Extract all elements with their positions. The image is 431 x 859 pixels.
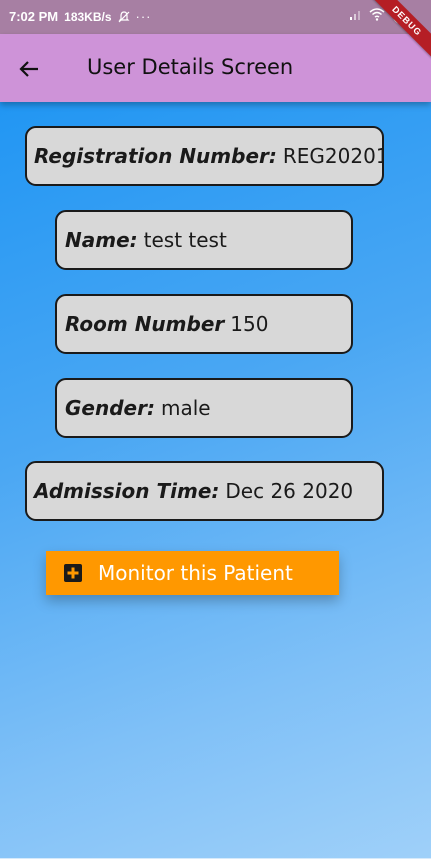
status-speed: 183KB/s: [64, 9, 112, 24]
arrow-left-icon: [19, 61, 38, 77]
name-value: test test: [143, 228, 227, 252]
mute-icon: [118, 10, 130, 23]
status-bar: 7:02 PM 183KB/s ···: [0, 0, 431, 34]
plus-box-icon: [64, 564, 82, 582]
wifi-icon: [369, 8, 385, 24]
gender-label: Gender:: [65, 396, 155, 420]
page-title: User Details Screen: [87, 55, 294, 79]
status-bar-left: 7:02 PM 183KB/s ···: [9, 9, 152, 24]
name-label: Name:: [65, 228, 138, 252]
registration-label: Registration Number:: [34, 144, 277, 168]
admission-card: Admission Time: Dec 26 2020: [25, 461, 384, 521]
status-time: 7:02 PM: [9, 9, 59, 24]
app-bar: User Details Screen: [0, 34, 431, 102]
screen: 7:02 PM 183KB/s ··· DEBUG User Details S…: [0, 0, 431, 859]
room-value: 150: [230, 312, 269, 336]
admission-value: Dec 26 2020: [225, 479, 354, 503]
gender-value: male: [160, 396, 211, 420]
name-card: Name: test test: [55, 210, 353, 270]
details-body: Registration Number: REG20201 Name: test…: [0, 102, 431, 859]
registration-value: REG20201: [282, 144, 384, 168]
gender-card: Gender: male: [55, 378, 353, 438]
room-card: Room Number 150: [55, 294, 353, 354]
back-button[interactable]: [16, 56, 42, 82]
admission-label: Admission Time:: [34, 479, 220, 503]
monitor-patient-label: Monitor this Patient: [98, 561, 293, 585]
signal-icon: [349, 9, 361, 24]
registration-card: Registration Number: REG20201: [25, 126, 384, 186]
room-label: Room Number: [65, 312, 225, 336]
status-more-dots: ···: [135, 9, 152, 24]
monitor-patient-button[interactable]: Monitor this Patient: [46, 551, 339, 595]
